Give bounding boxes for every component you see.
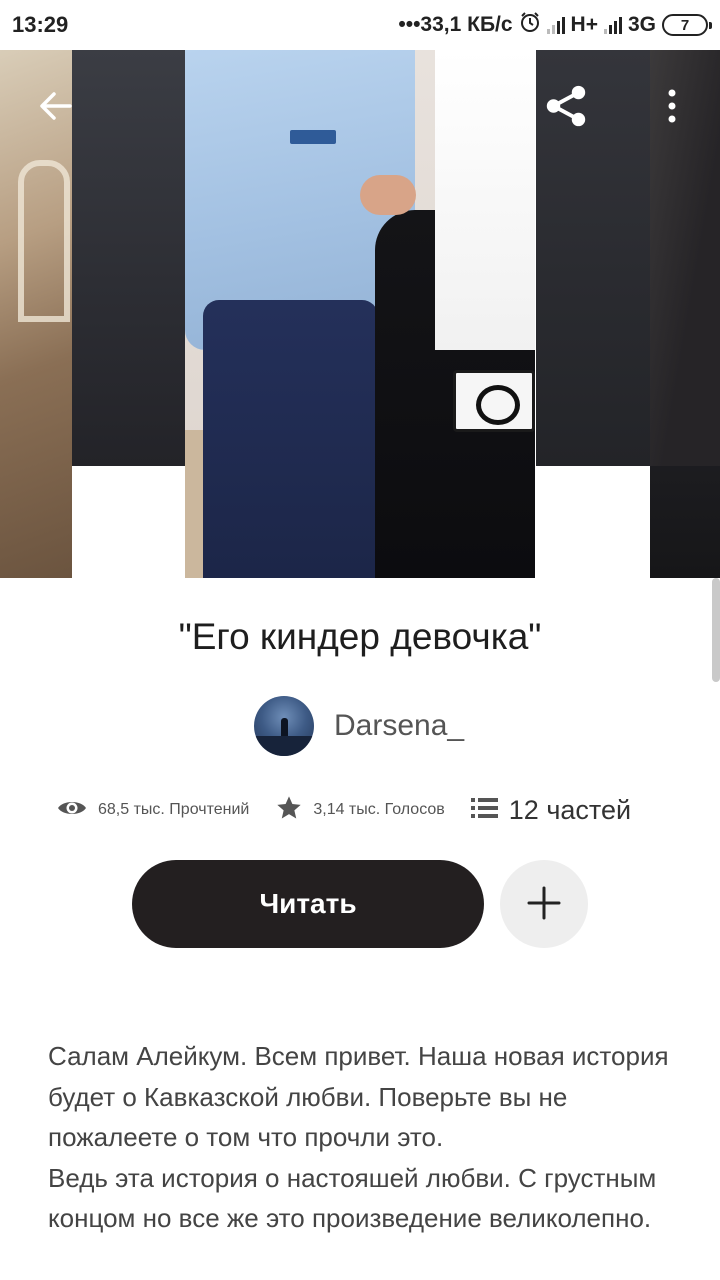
votes-count: 3,14 тыс. Голосов — [313, 801, 445, 818]
network-speed: •••33,1 КБ/с — [398, 13, 513, 36]
story-title: "Его киндер девочка" — [178, 616, 542, 657]
reads-count: 68,5 тыс. Прочтений — [98, 801, 250, 818]
status-indicators: •••33,1 КБ/с H+ 3G 7 — [398, 11, 712, 39]
author-row[interactable]: Darsena_ — [254, 696, 464, 756]
stat-votes: 3,14 тыс. Голосов — [275, 794, 445, 827]
list-icon — [470, 796, 499, 825]
battery-level: 7 — [680, 16, 690, 34]
cover-image[interactable] — [185, 50, 535, 578]
alarm-icon — [519, 11, 541, 39]
status-bar: 13:29 •••33,1 КБ/с H+ 3G 7 — [0, 0, 720, 50]
star-icon — [275, 794, 303, 827]
network-type-1: H+ — [570, 13, 598, 36]
avatar[interactable] — [254, 696, 314, 756]
plus-icon — [527, 886, 561, 923]
signal-icon — [546, 16, 565, 34]
more-vertical-icon[interactable] — [648, 78, 696, 134]
story-stats: 68,5 тыс. Прочтений 3,14 тыс. Голосов 12… — [56, 788, 676, 832]
share-icon[interactable] — [542, 78, 590, 134]
battery-icon: 7 — [662, 14, 712, 36]
story-cover — [0, 50, 720, 578]
arrow-left-icon[interactable] — [32, 78, 80, 134]
cover-panel-left-dark — [72, 50, 185, 466]
eye-icon — [56, 797, 88, 824]
status-time: 13:29 — [12, 12, 69, 37]
stat-reads: 68,5 тыс. Прочтений — [56, 797, 249, 824]
network-type-2: 3G — [627, 13, 656, 36]
signal-icon-2 — [603, 16, 622, 34]
parts-count: 12 частей — [508, 794, 632, 825]
author-name[interactable]: Darsena_ — [334, 709, 464, 743]
add-to-library-button[interactable] — [500, 860, 588, 948]
story-description: Салам Алейкум. Всем привет. Наша новая и… — [48, 1041, 669, 1233]
read-button[interactable]: Читать — [132, 860, 484, 948]
stat-parts: 12 частей — [470, 794, 632, 826]
